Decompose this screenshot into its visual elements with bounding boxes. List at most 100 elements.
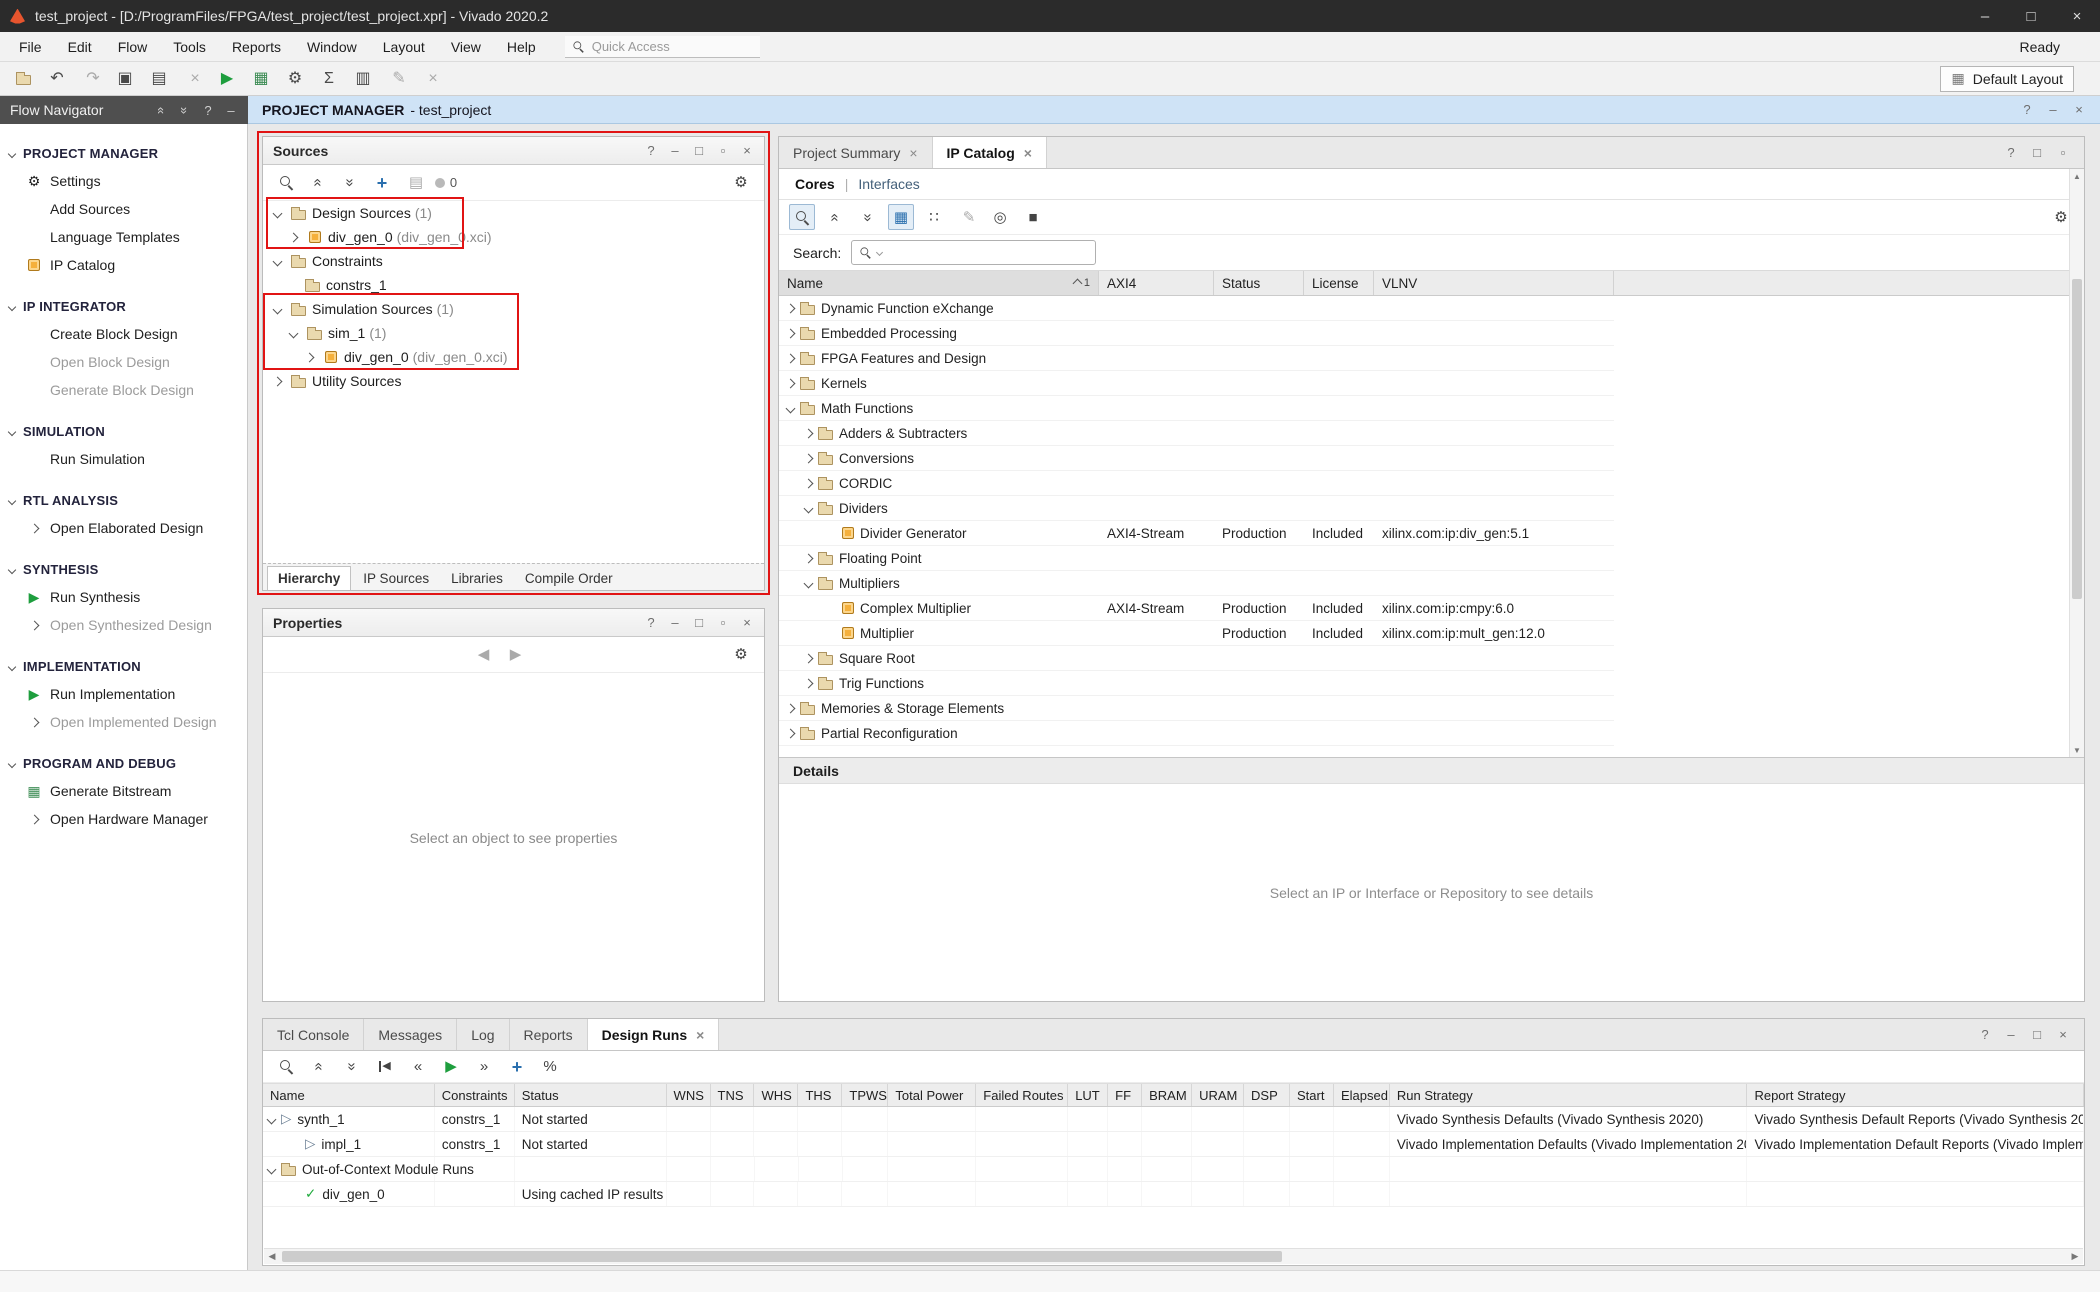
ip-row-memories-storage-elements[interactable]: Memories & Storage Elements bbox=[779, 696, 1614, 721]
flownav-section-project-manager[interactable]: PROJECT MANAGER bbox=[0, 140, 247, 167]
float-icon[interactable]: ▫ bbox=[716, 144, 730, 157]
run-row-synth-1[interactable]: ▷synth_1constrs_1Not startedVivado Synth… bbox=[263, 1107, 2084, 1132]
target-button[interactable]: ◎ bbox=[987, 204, 1013, 230]
float-icon[interactable]: ▫ bbox=[716, 616, 730, 629]
flownav-section-program-and-debug[interactable]: PROGRAM AND DEBUG bbox=[0, 750, 247, 777]
tab-ip-catalog[interactable]: IP Catalog× bbox=[933, 137, 1047, 168]
chevron-down-icon[interactable] bbox=[286, 330, 301, 337]
ip-row-complex-multiplier[interactable]: Complex MultiplierAXI4-StreamProductionI… bbox=[779, 596, 1614, 621]
chevron-right-icon[interactable] bbox=[787, 330, 794, 337]
bottom-tab-reports[interactable]: Reports bbox=[510, 1019, 588, 1050]
play-button[interactable]: ▶ bbox=[438, 1054, 464, 1080]
edit-button[interactable]: ✎ bbox=[382, 66, 412, 92]
flownav-item-settings[interactable]: ⚙Settings bbox=[0, 167, 247, 195]
collapse-all-button[interactable]: « bbox=[822, 204, 848, 230]
sources-tab-hierarchy[interactable]: Hierarchy bbox=[267, 566, 351, 590]
ip-row-cordic[interactable]: CORDIC bbox=[779, 471, 1614, 496]
column-header-name[interactable]: Name bbox=[263, 1084, 435, 1106]
column-header-start[interactable]: Start bbox=[1290, 1084, 1334, 1106]
column-header-status[interactable]: Status bbox=[515, 1084, 667, 1106]
sources-item-sim-1[interactable]: sim_1(1) bbox=[264, 321, 763, 345]
flownav-item-run-synthesis[interactable]: ▶Run Synthesis bbox=[0, 583, 247, 611]
chevron-right-icon[interactable] bbox=[805, 430, 812, 437]
run-button[interactable]: ▶ bbox=[212, 66, 242, 92]
menu-edit[interactable]: Edit bbox=[55, 32, 105, 62]
step-forward-button[interactable]: » bbox=[471, 1054, 497, 1080]
maximize-icon[interactable]: □ bbox=[2030, 1028, 2044, 1041]
tab-project-summary[interactable]: Project Summary× bbox=[779, 137, 933, 168]
scroll-right-icon[interactable]: ▶ bbox=[2067, 1249, 2083, 1264]
clipboard-button[interactable]: ▤ bbox=[401, 170, 427, 196]
column-header-total-power[interactable]: Total Power bbox=[888, 1084, 976, 1106]
chevron-down-icon[interactable] bbox=[268, 1166, 275, 1173]
menu-window[interactable]: Window bbox=[294, 32, 370, 62]
program-button[interactable]: ▦ bbox=[246, 66, 276, 92]
bottom-tab-log[interactable]: Log bbox=[457, 1019, 509, 1050]
ip-search-input[interactable] bbox=[851, 240, 1096, 265]
sources-item-utility-sources[interactable]: Utility Sources bbox=[264, 369, 763, 393]
add-button[interactable]: + bbox=[504, 1054, 530, 1080]
paste-button[interactable]: ▤ bbox=[144, 66, 174, 92]
collapse-all-button[interactable]: « bbox=[306, 1054, 332, 1080]
column-header-uram[interactable]: URAM bbox=[1192, 1084, 1244, 1106]
column-header-ths[interactable]: THS bbox=[798, 1084, 842, 1106]
column-header-dsp[interactable]: DSP bbox=[1244, 1084, 1290, 1106]
flownav-section-synthesis[interactable]: SYNTHESIS bbox=[0, 556, 247, 583]
close-tab-icon[interactable]: × bbox=[909, 145, 917, 161]
minimize-icon[interactable]: – bbox=[668, 616, 682, 629]
chevron-right-icon[interactable] bbox=[805, 455, 812, 462]
column-header-lut[interactable]: LUT bbox=[1068, 1084, 1108, 1106]
expand-all-button[interactable]: » bbox=[855, 204, 881, 230]
arrow-left-button[interactable]: ◀ bbox=[469, 642, 495, 668]
column-header-name[interactable]: Name1 bbox=[779, 271, 1099, 295]
chevron-right-icon[interactable] bbox=[286, 234, 301, 241]
search-button[interactable] bbox=[273, 170, 299, 196]
column-header-status[interactable]: Status bbox=[1214, 271, 1304, 295]
vertical-scrollbar[interactable]: ▲ ▼ bbox=[2069, 169, 2084, 757]
close-x-icon[interactable]: × bbox=[2072, 103, 2086, 116]
add-button[interactable]: + bbox=[369, 170, 395, 196]
menu-view[interactable]: View bbox=[438, 32, 494, 62]
flownav-item-run-implementation[interactable]: ▶Run Implementation bbox=[0, 680, 247, 708]
chevron-down-icon[interactable] bbox=[805, 580, 812, 587]
column-header-ff[interactable]: FF bbox=[1108, 1084, 1142, 1106]
arrow-right-button[interactable]: ▶ bbox=[501, 642, 527, 668]
maximize-icon[interactable]: □ bbox=[692, 616, 706, 629]
horizontal-scrollbar[interactable]: ◀ ▶ bbox=[264, 1248, 2083, 1264]
menu-tools[interactable]: Tools bbox=[160, 32, 219, 62]
flownav-item-open-synthesized-design[interactable]: Open Synthesized Design bbox=[0, 611, 247, 639]
expand-all-button[interactable]: » bbox=[337, 170, 363, 196]
chevron-right-icon[interactable] bbox=[787, 705, 794, 712]
ip-row-dividers[interactable]: Dividers bbox=[779, 496, 1614, 521]
minimize-icon[interactable]: – bbox=[2004, 1028, 2018, 1041]
column-header-vlnv[interactable]: VLNV bbox=[1374, 271, 1614, 295]
chevron-right-icon[interactable] bbox=[787, 305, 794, 312]
flownav-item-open-elaborated-design[interactable]: Open Elaborated Design bbox=[0, 514, 247, 542]
step-back-button[interactable]: « bbox=[405, 1054, 431, 1080]
scroll-down-icon[interactable]: ▼ bbox=[2070, 743, 2084, 757]
scrollbar-thumb[interactable] bbox=[2072, 279, 2082, 599]
undo-button[interactable]: ↶ bbox=[42, 66, 72, 92]
chevron-right-icon[interactable] bbox=[787, 730, 794, 737]
edit-button[interactable]: ✎ bbox=[954, 204, 980, 230]
minimize-button[interactable]: – bbox=[1962, 0, 2008, 32]
maximize-button[interactable]: □ bbox=[2008, 0, 2054, 32]
chevron-right-icon[interactable] bbox=[787, 380, 794, 387]
run-row-div-gen-0[interactable]: ✓div_gen_0Using cached IP results bbox=[263, 1182, 2084, 1207]
maximize-icon[interactable]: □ bbox=[2030, 146, 2044, 159]
chevron-right-icon[interactable] bbox=[805, 555, 812, 562]
collapse-all-icon[interactable]: « bbox=[155, 104, 169, 117]
sources-tab-libraries[interactable]: Libraries bbox=[441, 567, 513, 590]
help-icon[interactable]: ? bbox=[644, 144, 658, 157]
chevron-down-icon[interactable] bbox=[270, 210, 285, 217]
run-row-impl-1[interactable]: ▷impl_1constrs_1Not startedVivado Implem… bbox=[263, 1132, 2084, 1157]
column-header-bram[interactable]: BRAM bbox=[1142, 1084, 1192, 1106]
bottom-tab-tcl-console[interactable]: Tcl Console bbox=[263, 1019, 364, 1050]
stop-button[interactable]: ■ bbox=[1020, 204, 1046, 230]
close-tab-icon[interactable]: × bbox=[696, 1027, 704, 1043]
scrollbar-thumb[interactable] bbox=[282, 1251, 1282, 1262]
help-icon[interactable]: ? bbox=[644, 616, 658, 629]
sources-item-constraints[interactable]: Constraints bbox=[264, 249, 763, 273]
sources-item-div-gen-0[interactable]: div_gen_0(div_gen_0.xci) bbox=[264, 225, 763, 249]
column-header-elapsed[interactable]: Elapsed bbox=[1334, 1084, 1390, 1106]
